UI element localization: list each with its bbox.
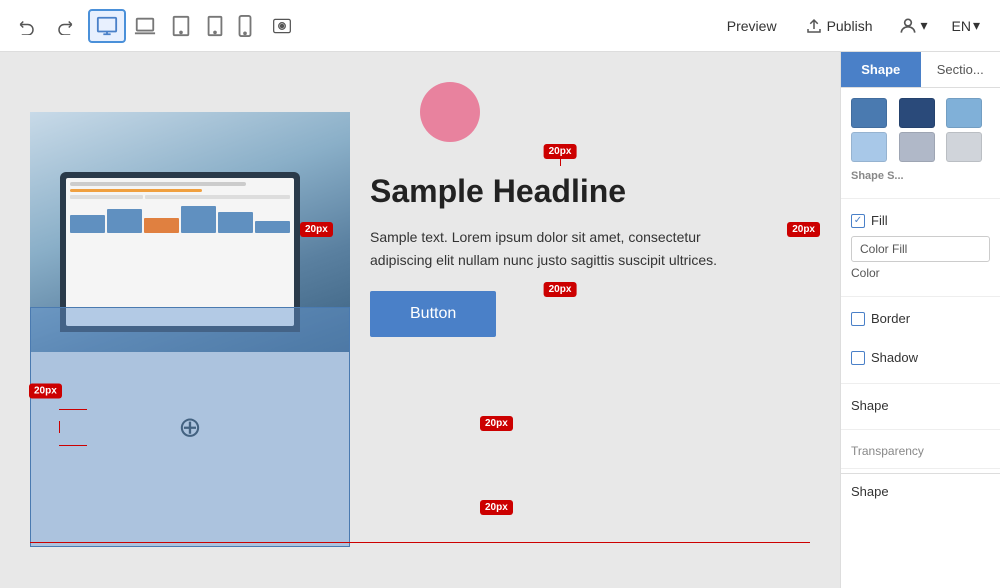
bottom-shape-label: Shape bbox=[851, 484, 990, 499]
fill-section: Fill Color bbox=[841, 203, 1000, 292]
red-guide-line-horizontal bbox=[30, 542, 810, 543]
decorative-circle bbox=[420, 82, 480, 142]
device-tablet-small-button[interactable] bbox=[200, 11, 230, 41]
divider-3 bbox=[841, 383, 1000, 384]
screenshot-button[interactable] bbox=[266, 12, 298, 40]
tab-section[interactable]: Sectio... bbox=[921, 52, 1000, 87]
border-checkbox[interactable] bbox=[851, 312, 865, 326]
shape-style-label: Shape S... bbox=[851, 170, 990, 182]
color-swatches-grid bbox=[851, 98, 990, 162]
spacing-badge-btn-top: 20px bbox=[480, 416, 513, 431]
shape-colors-section: Shape S... bbox=[841, 88, 1000, 194]
divider-2 bbox=[841, 296, 1000, 297]
shadow-section: Shadow bbox=[841, 340, 1000, 379]
tab-shape[interactable]: Shape bbox=[841, 52, 921, 87]
divider-5 bbox=[841, 468, 1000, 469]
device-group bbox=[88, 9, 258, 43]
fill-checkbox[interactable] bbox=[851, 214, 865, 228]
selected-element[interactable]: ⊕ 20px bbox=[30, 307, 350, 547]
transparency-section: Transparency bbox=[841, 434, 1000, 464]
bottom-shape-panel: Shape bbox=[841, 473, 1000, 515]
spacing-badge-btn-bottom: 20px bbox=[480, 500, 513, 515]
spacing-badge-top: 20px bbox=[544, 144, 577, 159]
shadow-checkbox[interactable] bbox=[851, 351, 865, 365]
spacing-badge-left: 20px bbox=[29, 384, 62, 399]
color-swatch-blue-light[interactable] bbox=[946, 98, 982, 128]
border-section: Border bbox=[841, 301, 1000, 340]
text-block: 20px 20px 20px Sample Headline 20px Samp… bbox=[350, 172, 770, 337]
divider-4 bbox=[841, 429, 1000, 430]
undo-button[interactable] bbox=[12, 13, 42, 39]
transparency-label: Transparency bbox=[851, 444, 990, 458]
color-label: Color bbox=[851, 266, 990, 280]
color-fill-input[interactable] bbox=[851, 236, 990, 262]
lang-chevron-icon: ▾ bbox=[973, 17, 980, 34]
color-swatch-blue-lighter[interactable] bbox=[851, 132, 887, 162]
headline-text: Sample Headline bbox=[370, 172, 750, 210]
shadow-row: Shadow bbox=[851, 350, 990, 365]
preview-button[interactable]: Preview bbox=[717, 12, 787, 40]
spacing-badge-right: 20px bbox=[787, 222, 820, 237]
shape-section-label: Shape bbox=[851, 398, 990, 413]
language-selector-button[interactable]: EN ▾ bbox=[944, 11, 988, 40]
cta-button[interactable]: Button bbox=[370, 291, 496, 337]
shape-section: Shape bbox=[841, 388, 1000, 425]
panel-tabs: Shape Sectio... bbox=[841, 52, 1000, 88]
color-swatch-gray-light[interactable] bbox=[946, 132, 982, 162]
device-desktop-button[interactable] bbox=[88, 9, 126, 43]
redo-button[interactable] bbox=[50, 13, 80, 39]
publish-button[interactable]: Publish bbox=[795, 11, 883, 41]
fill-row: Fill bbox=[851, 213, 990, 228]
device-laptop-button[interactable] bbox=[128, 11, 162, 41]
border-label: Border bbox=[871, 311, 910, 326]
right-panel: Shape Sectio... Shape S... Fill Color bbox=[840, 52, 1000, 588]
device-mobile-button[interactable] bbox=[232, 11, 258, 41]
color-swatch-blue-dark[interactable] bbox=[851, 98, 887, 128]
color-swatch-blue-darker[interactable] bbox=[899, 98, 935, 128]
spacing-badge-middle: 20px bbox=[544, 282, 577, 297]
fill-label: Fill bbox=[871, 213, 888, 228]
device-tablet-large-button[interactable] bbox=[164, 11, 198, 41]
toolbar: Preview Publish ▾ EN ▾ bbox=[0, 0, 1000, 52]
body-text: Sample text. Lorem ipsum dolor sit amet,… bbox=[370, 226, 750, 271]
shadow-label: Shadow bbox=[871, 350, 918, 365]
border-row: Border bbox=[851, 311, 990, 326]
main-area: ⊕ 20px 20px 20px 20px Sample Headline bbox=[0, 52, 1000, 588]
canvas-area[interactable]: ⊕ 20px 20px 20px 20px Sample Headline bbox=[0, 52, 840, 588]
chevron-down-icon: ▾ bbox=[920, 17, 927, 34]
color-swatch-gray-medium[interactable] bbox=[899, 132, 935, 162]
move-cursor-icon: ⊕ bbox=[178, 411, 201, 444]
user-account-button[interactable]: ▾ bbox=[890, 10, 935, 42]
spacing-badge-left-text: 20px bbox=[300, 222, 333, 237]
divider-1 bbox=[841, 198, 1000, 199]
